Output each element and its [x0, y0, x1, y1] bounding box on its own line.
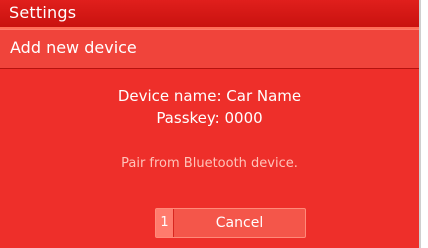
- sub-header: Add new device: [0, 29, 419, 69]
- pairing-dialog: Device name: Car Name Passkey: 0000 Pair…: [0, 69, 419, 248]
- title-bar: Settings: [0, 0, 419, 29]
- settings-screen: Settings Add new device Device name: Car…: [0, 0, 421, 248]
- sub-header-title: Add new device: [10, 38, 137, 57]
- cancel-button-label: Cancel: [215, 215, 264, 231]
- cancel-shortcut-key: 1: [156, 209, 174, 237]
- screen-title: Settings: [9, 3, 77, 22]
- passkey-text: Passkey: 0000: [156, 109, 263, 127]
- pairing-instruction: Pair from Bluetooth device.: [121, 156, 298, 171]
- device-name-text: Device name: Car Name: [117, 87, 302, 105]
- cancel-button[interactable]: 1 Cancel: [155, 208, 306, 238]
